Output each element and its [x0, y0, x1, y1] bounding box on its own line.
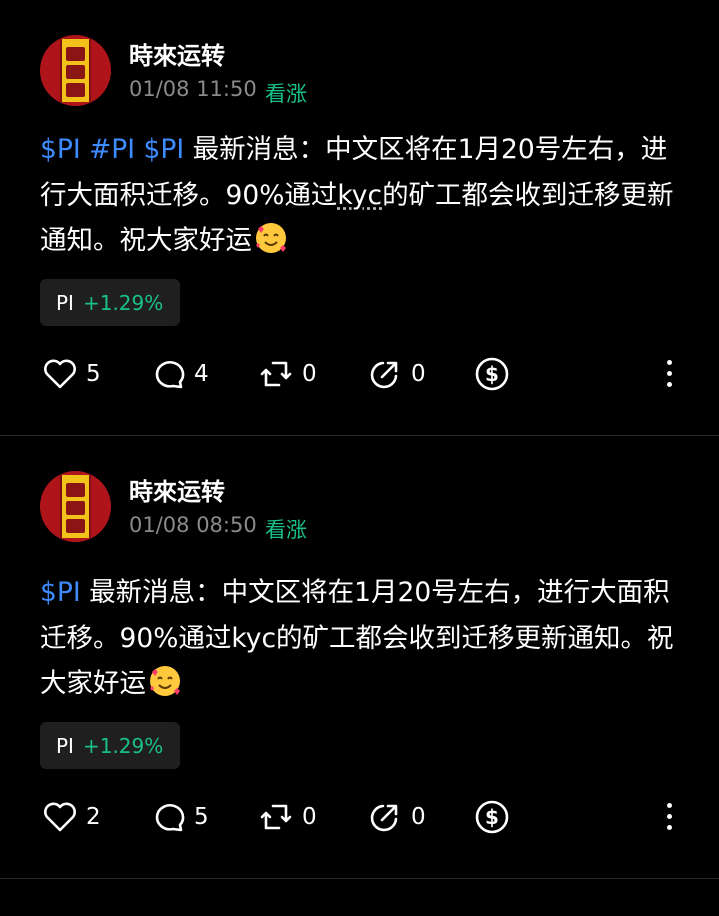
talisman-image — [60, 39, 91, 102]
ticker-change: +1.29% — [82, 290, 164, 315]
svg-text:$: $ — [485, 805, 499, 829]
tip-dollar-icon: $ — [475, 357, 509, 391]
author-name[interactable]: 時來运转 — [129, 36, 225, 71]
cashtag-link[interactable]: $PI — [40, 577, 81, 608]
share-button[interactable]: 0 — [367, 354, 426, 394]
share-button[interactable]: 0 — [367, 797, 426, 837]
smiling-face-with-hearts-icon — [150, 666, 180, 696]
repost-button[interactable]: 0 — [258, 354, 317, 394]
repost-button[interactable]: 0 — [258, 797, 317, 837]
repost-icon — [260, 804, 292, 830]
hashtag-link[interactable]: #PI — [89, 134, 135, 165]
post-actions: 5 4 0 0 $ — [0, 354, 719, 394]
share-icon — [370, 361, 398, 389]
cashtag-link[interactable]: $PI — [144, 134, 185, 165]
comment-button[interactable]: 4 — [150, 354, 209, 394]
more-vertical-icon[interactable] — [659, 358, 679, 390]
kyc-term-link[interactable]: kyc — [337, 180, 382, 211]
svg-text:$: $ — [485, 362, 499, 386]
sentiment-badge: 看涨 — [265, 82, 307, 106]
heart-icon — [44, 802, 76, 832]
post-content: $PI 最新消息：中文区将在1月20号左右，进行大面积迁移。90%通过kyc的矿… — [40, 570, 680, 707]
tip-dollar-icon: $ — [475, 800, 509, 834]
comment-count: 4 — [194, 361, 209, 387]
avatar[interactable] — [40, 35, 111, 106]
tip-button[interactable]: $ — [474, 354, 510, 394]
comment-count: 5 — [194, 804, 209, 830]
comment-icon — [155, 361, 185, 389]
post-card[interactable]: 時來运转 01/08 11:50 看涨 $PI #PI $PI 最新消息：中文区… — [0, 0, 719, 436]
comment-button[interactable]: 5 — [150, 797, 209, 837]
like-count: 2 — [86, 804, 101, 830]
more-vertical-icon[interactable] — [659, 801, 679, 833]
cashtag-link[interactable]: $PI — [40, 134, 81, 165]
ticker-symbol: PI — [56, 290, 74, 315]
like-button[interactable]: 5 — [42, 354, 101, 394]
ticker-change: +1.29% — [82, 733, 164, 758]
share-count: 0 — [411, 361, 426, 387]
like-button[interactable]: 2 — [42, 797, 101, 837]
heart-icon — [44, 359, 76, 389]
ticker-symbol: PI — [56, 733, 74, 758]
talisman-image — [60, 475, 91, 538]
post-content: $PI #PI $PI 最新消息：中文区将在1月20号左右，进行大面积迁移。90… — [40, 127, 680, 264]
post-feed: 時來运转 01/08 11:50 看涨 $PI #PI $PI 最新消息：中文区… — [0, 0, 719, 879]
repost-icon — [260, 361, 292, 387]
repost-count: 0 — [302, 804, 317, 830]
tip-button[interactable]: $ — [474, 797, 510, 837]
post-card[interactable]: 時來运转 01/08 08:50 看涨 $PI 最新消息：中文区将在1月20号左… — [0, 436, 719, 879]
share-icon — [370, 804, 398, 832]
ticker-chip[interactable]: PI +1.29% — [40, 279, 180, 326]
author-name[interactable]: 時來运转 — [129, 472, 225, 507]
post-actions: 2 5 0 0 $ — [0, 797, 719, 837]
post-timestamp: 01/08 11:50 — [129, 77, 257, 101]
like-count: 5 — [86, 361, 101, 387]
ticker-chip[interactable]: PI +1.29% — [40, 722, 180, 769]
sentiment-badge: 看涨 — [265, 518, 307, 542]
comment-icon — [155, 804, 185, 832]
post-text: 最新消息：中文区将在1月20号左右，进行大面积迁移。90%通过kyc的矿工都会收… — [40, 577, 674, 699]
share-count: 0 — [411, 804, 426, 830]
avatar[interactable] — [40, 471, 111, 542]
post-timestamp: 01/08 08:50 — [129, 513, 257, 537]
smiling-face-with-hearts-icon — [256, 223, 286, 253]
repost-count: 0 — [302, 361, 317, 387]
